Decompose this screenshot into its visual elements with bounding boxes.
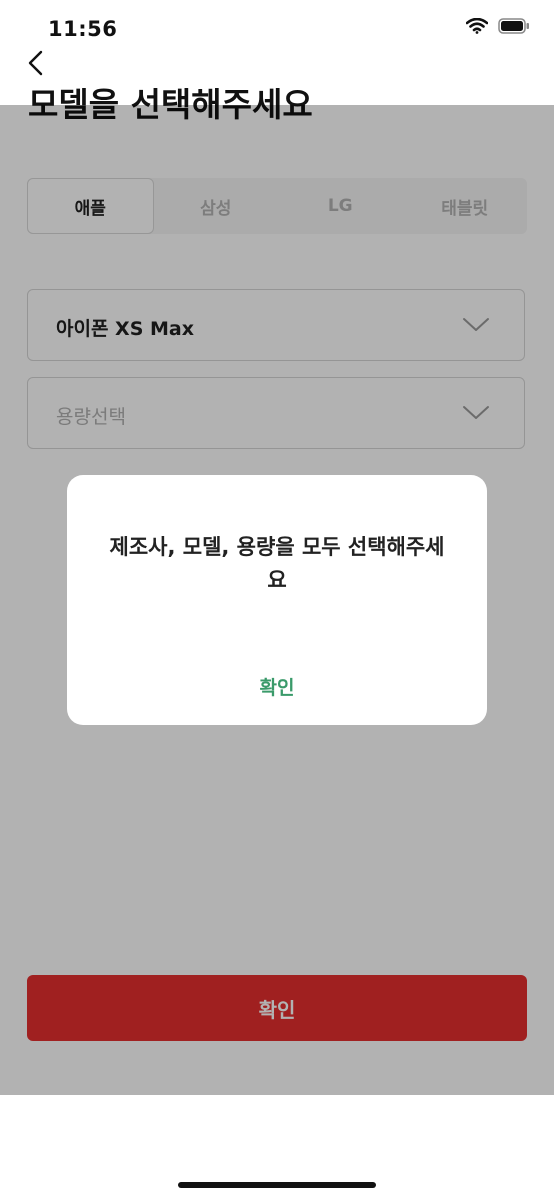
alert-dialog: 제조사, 모델, 용량을 모두 선택해주세 요 확인 bbox=[67, 475, 487, 725]
app-screen: 11:56 모델을 선택해주세요 애플 삼성 LG 태블릿 아이폰 XS Max… bbox=[0, 0, 554, 1200]
dialog-message: 제조사, 모델, 용량을 모두 선택해주세 요 bbox=[97, 531, 457, 597]
home-indicator bbox=[178, 1182, 376, 1188]
dialog-message-line2: 요 bbox=[267, 568, 287, 592]
status-time: 11:56 bbox=[48, 17, 118, 41]
dialog-message-line1: 제조사, 모델, 용량을 모두 선택해주세 bbox=[109, 535, 445, 559]
dialog-ok-button[interactable]: 확인 bbox=[67, 673, 487, 700]
status-icons bbox=[465, 17, 530, 38]
status-bar: 11:56 bbox=[0, 0, 554, 56]
wifi-icon bbox=[465, 17, 489, 38]
back-icon bbox=[28, 50, 43, 76]
battery-icon bbox=[498, 18, 530, 38]
back-button[interactable] bbox=[22, 46, 50, 80]
